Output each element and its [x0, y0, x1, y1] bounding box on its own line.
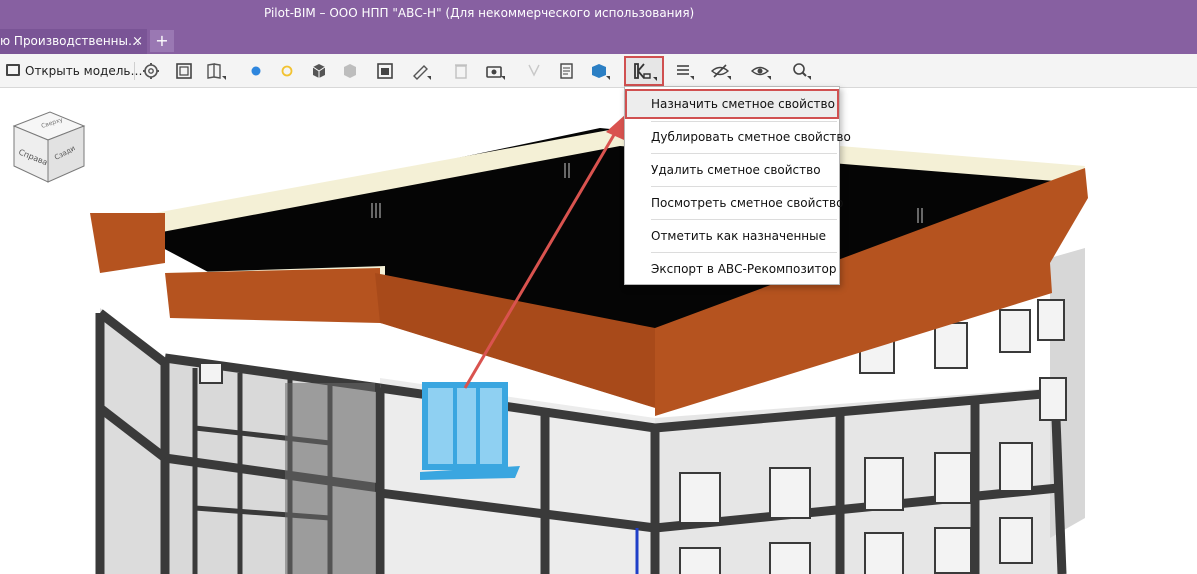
app-window: Pilot-BIM – ООО НПП "АВС-Н" (Для некомме… [0, 0, 1197, 574]
menu-item-mark-assigned[interactable]: Отметить как назначенные [625, 221, 839, 251]
markup-icon[interactable] [523, 61, 545, 81]
measure-icon[interactable] [410, 61, 432, 81]
close-icon[interactable]: × [132, 29, 143, 54]
estimate-cube-icon[interactable] [589, 61, 611, 81]
navigation-cube[interactable]: Сверху Справа Сзади [8, 106, 88, 184]
open-model-button[interactable]: Открыть модель… [6, 61, 142, 81]
open-model-icon [6, 64, 20, 76]
menu-divider [651, 252, 837, 253]
3d-viewport[interactable]: Сверху Справа Сзади [0, 88, 1197, 574]
toolbar: Открыть модель… [0, 54, 1197, 88]
delete-icon[interactable] [450, 61, 472, 81]
open-model-label: Открыть модель… [25, 64, 143, 78]
toolbar-divider [134, 62, 135, 80]
building-model[interactable] [0, 88, 1197, 574]
camera-icon[interactable] [484, 61, 506, 81]
window-title: Pilot-BIM – ООО НПП "АВС-Н" (Для некомме… [264, 6, 695, 20]
floor-plan-icon[interactable] [374, 61, 396, 81]
show-eye-icon[interactable] [750, 61, 772, 81]
menu-divider [651, 153, 837, 154]
context-menu: Назначить сметное свойство Дублировать с… [624, 86, 851, 285]
blue-point-icon[interactable] [245, 61, 267, 81]
parapet-left-cap [90, 213, 165, 273]
stairwell-void [285, 383, 375, 574]
parapet-front-left [165, 268, 380, 323]
menu-item-duplicate-property[interactable]: Дублировать сметное свойство [625, 122, 851, 152]
menu-item-delete-property[interactable]: Удалить сметное свойство [625, 155, 839, 185]
report-icon[interactable] [556, 61, 578, 81]
cube-select-icon[interactable] [308, 61, 330, 81]
menu-item-export-recomposer[interactable]: Экспорт в АВС-Рекомпозитор [625, 254, 839, 284]
tab-document[interactable]: ю Производственны… × [0, 29, 147, 54]
new-tab-button[interactable]: + [150, 30, 174, 52]
cube-hide-icon[interactable] [339, 61, 361, 81]
list-icon[interactable] [673, 61, 695, 81]
search-icon[interactable] [790, 61, 812, 81]
title-bar: Pilot-BIM – ООО НПП "АВС-Н" (Для некомме… [0, 0, 1197, 26]
frame-icon[interactable] [173, 61, 195, 81]
facade-left [100, 308, 165, 574]
yellow-point-icon[interactable] [276, 61, 298, 81]
selected-window[interactable] [420, 382, 520, 480]
tab-label: ю Производственны… [0, 34, 140, 48]
hide-eye-icon[interactable] [710, 61, 732, 81]
menu-divider [651, 186, 837, 187]
gear-icon[interactable] [141, 61, 163, 81]
tab-strip: ю Производственны… × + [0, 26, 1197, 54]
section-icon[interactable] [205, 61, 227, 81]
menu-divider [651, 219, 837, 220]
menu-item-assign-property[interactable]: Назначить сметное свойство [625, 89, 839, 119]
menu-item-view-property[interactable]: Посмотреть сметное свойство [625, 188, 843, 218]
estimate-property-icon[interactable] [624, 56, 664, 86]
